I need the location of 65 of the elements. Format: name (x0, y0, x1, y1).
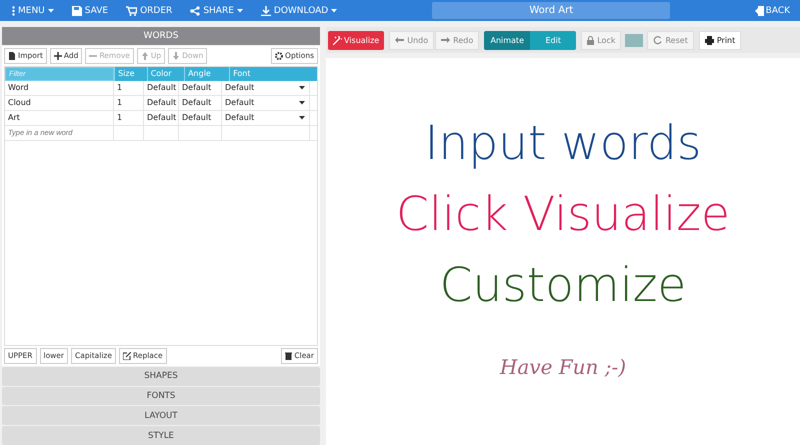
caret-icon (299, 100, 305, 105)
left-arrow-icon (395, 37, 404, 43)
table-cell: 1 (114, 110, 144, 125)
up-arrow-icon (140, 52, 149, 60)
menu-item[interactable]: DOWNLOAD (252, 6, 346, 16)
color-swatch[interactable] (625, 34, 644, 46)
title-bar: Word Art (432, 2, 670, 19)
table-cell: Cloud (5, 96, 114, 110)
lock-icon (587, 36, 594, 44)
wand-icon (333, 36, 342, 44)
caret-icon (48, 8, 54, 12)
gear-icon (275, 52, 284, 60)
visualize-button[interactable]: Visualize (328, 30, 384, 50)
table-cell: Art (5, 110, 114, 125)
caret-icon (236, 8, 243, 12)
column-header[interactable]: Font (229, 66, 317, 81)
cart-icon (126, 6, 138, 16)
menu-item[interactable]: MENU (4, 6, 62, 16)
word-art-text: Customize (440, 257, 686, 315)
mode-tab[interactable]: Edit (530, 30, 576, 50)
menu-icon (12, 6, 15, 16)
font-dropdown[interactable]: Default (222, 80, 310, 95)
reset-button[interactable]: Reset (647, 30, 694, 50)
menu-item[interactable]: SHARE (182, 6, 251, 16)
table-cell: Default (144, 110, 179, 125)
reset-icon (653, 36, 662, 44)
menu-item[interactable]: SAVE (64, 6, 116, 16)
table-cell: Default (179, 80, 222, 95)
table-cell: Word (5, 80, 114, 95)
table-cell: 1 (114, 96, 144, 110)
menu-item[interactable]: ORDER (118, 6, 180, 16)
words-header[interactable]: WORDS (2, 27, 320, 45)
column-header[interactable]: Angle (184, 66, 230, 81)
word-art-text: Click Visualize (396, 186, 730, 244)
word-art-text: Input words (424, 115, 702, 173)
trash-icon (285, 352, 292, 360)
down-arrow-icon (172, 52, 180, 60)
edit-icon (122, 352, 131, 360)
section-header[interactable]: FONTS (2, 386, 320, 406)
column-header[interactable]: Color (146, 66, 184, 81)
plus-icon (54, 52, 62, 60)
floppy-icon (72, 6, 82, 16)
font-dropdown[interactable]: Default (222, 96, 310, 110)
section-header[interactable]: STYLE (2, 426, 320, 445)
caret-icon (299, 116, 305, 120)
lock-button[interactable]: Lock (581, 30, 622, 50)
share-icon (190, 6, 200, 16)
table-cell: Default (144, 80, 179, 95)
caret-icon (331, 8, 338, 12)
table-cell: Default (179, 96, 222, 110)
caret-icon (299, 86, 305, 90)
download-icon (260, 6, 271, 16)
section-header[interactable]: SHAPES (2, 366, 320, 386)
right-arrow-icon (441, 37, 450, 43)
table-cell: Default (179, 110, 222, 125)
print-button[interactable]: Print (698, 30, 742, 50)
column-header[interactable]: Size (114, 66, 147, 81)
font-dropdown[interactable]: Default (222, 110, 310, 125)
table-cell: Default (144, 96, 179, 110)
word-art-text: Have Fun ;-) (500, 355, 626, 379)
section-header[interactable]: LAYOUT (2, 406, 320, 426)
back-button[interactable]: BACK (748, 4, 796, 16)
table-cell: 1 (114, 80, 144, 95)
document-icon (8, 52, 16, 60)
mode-tab[interactable]: Animate (484, 30, 530, 50)
